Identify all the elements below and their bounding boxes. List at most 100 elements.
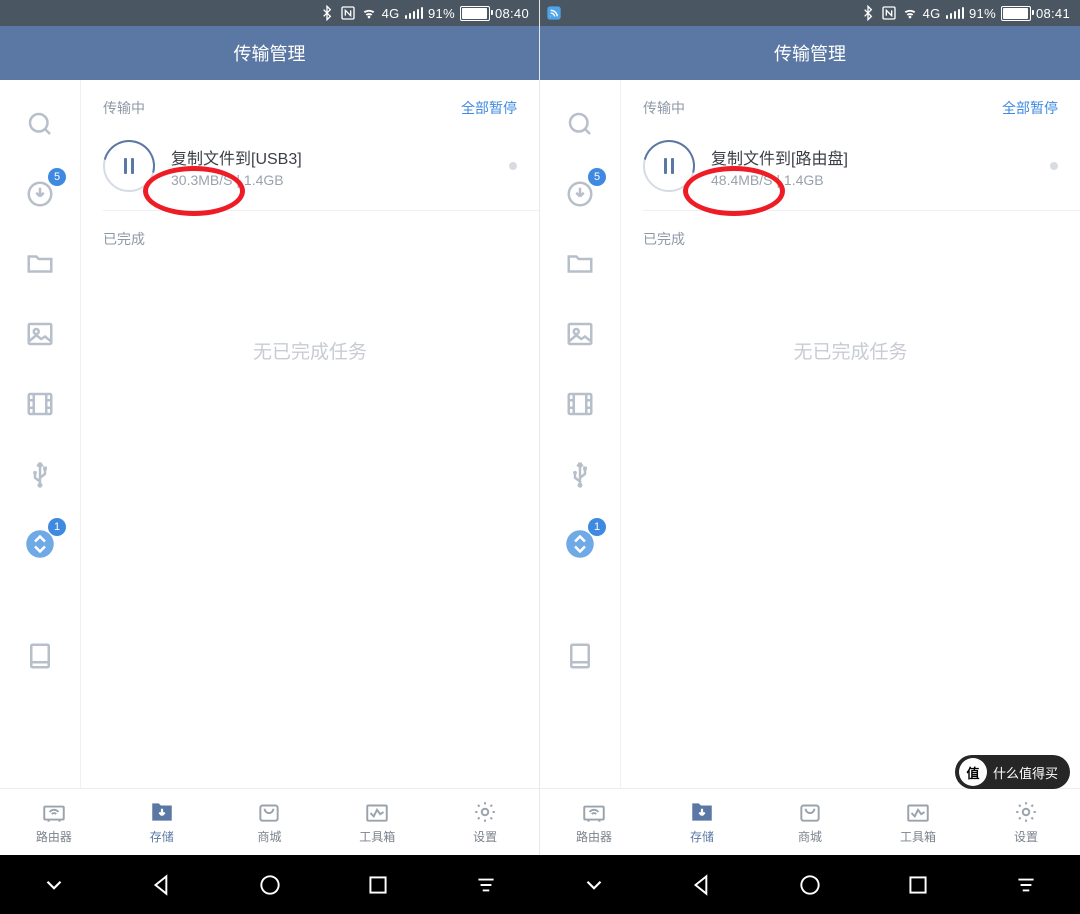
status-bar: 4G 91% 08:40 xyxy=(0,0,539,26)
sidebar-folders[interactable] xyxy=(18,242,62,286)
transfer-task[interactable]: 复制文件到[USB3] 30.3MB/S | 1.4GB xyxy=(81,130,539,210)
menu-stack-icon xyxy=(1013,872,1039,898)
main-content: 传输中 全部暂停 复制文件到[USB3] 30.3MB/S | 1.4GB xyxy=(81,80,539,788)
tab-settings[interactable]: 设置 xyxy=(972,799,1080,845)
comparison-stage: 4G 91% 08:40 传输管理 5 xyxy=(0,0,1080,914)
storage-icon xyxy=(149,799,175,825)
image-icon xyxy=(25,319,55,349)
watermark-text: 什么值得买 xyxy=(993,763,1058,782)
folder-icon xyxy=(565,249,595,279)
watermark: 值 什么值得买 xyxy=(955,755,1070,789)
tab-tools[interactable]: 工具箱 xyxy=(864,799,972,845)
nav-collapse[interactable] xyxy=(0,872,108,898)
nav-home[interactable] xyxy=(756,872,864,898)
status-bar: 4G 91% 08:41 xyxy=(540,0,1080,26)
tab-storage[interactable]: 存储 xyxy=(108,799,216,845)
nav-back[interactable] xyxy=(108,872,216,898)
recent-icon xyxy=(365,872,391,898)
router-icon xyxy=(581,799,607,825)
router-icon xyxy=(41,799,67,825)
section-transferring-head: 传输中 全部暂停 xyxy=(81,80,539,130)
tab-storage[interactable]: 存储 xyxy=(648,799,756,845)
network-label: 4G xyxy=(382,6,400,21)
clock: 08:41 xyxy=(1036,6,1070,21)
empty-message: 无已完成任务 xyxy=(621,261,1080,440)
sidebar-videos[interactable] xyxy=(18,382,62,426)
sidebar-usb[interactable] xyxy=(558,452,602,496)
page-title: 传输管理 xyxy=(540,26,1080,80)
transfer-badge: 1 xyxy=(48,518,66,536)
nav-recent[interactable] xyxy=(324,872,432,898)
image-icon xyxy=(565,319,595,349)
task-meta: 48.4MB/S | 1.4GB xyxy=(711,172,1050,188)
pause-all-button[interactable]: 全部暂停 xyxy=(461,98,517,118)
network-label: 4G xyxy=(923,6,941,21)
sidebar-downloads[interactable]: 5 xyxy=(18,172,62,216)
tab-bar: 路由器 存储 商城 工具箱 设置 xyxy=(0,788,539,855)
nav-recent[interactable] xyxy=(864,872,972,898)
bluetooth-icon xyxy=(860,5,876,21)
tab-bar: 路由器 存储 商城 工具箱 设置 xyxy=(540,788,1080,855)
bluetooth-icon xyxy=(319,5,335,21)
transfer-task[interactable]: 复制文件到[路由盘] 48.4MB/S | 1.4GB xyxy=(621,130,1080,210)
nav-menu[interactable] xyxy=(972,872,1080,898)
section-transferring-label: 传输中 xyxy=(643,98,685,118)
task-title: 复制文件到[USB3] xyxy=(171,145,509,169)
tab-settings[interactable]: 设置 xyxy=(431,799,539,845)
pause-all-button[interactable]: 全部暂停 xyxy=(1002,98,1058,118)
section-transferring-head: 传输中 全部暂停 xyxy=(621,80,1080,130)
tab-tools[interactable]: 工具箱 xyxy=(323,799,431,845)
storage-icon xyxy=(689,799,715,825)
page-title: 传输管理 xyxy=(0,26,539,80)
android-nav-bar xyxy=(0,855,1080,914)
nav-collapse[interactable] xyxy=(540,872,648,898)
gear-icon xyxy=(1013,799,1039,825)
sidebar-search[interactable] xyxy=(558,102,602,146)
wifi-icon xyxy=(902,5,918,21)
search-icon xyxy=(565,109,595,139)
pause-button[interactable] xyxy=(103,140,155,192)
tab-store[interactable]: 商城 xyxy=(756,799,864,845)
tools-icon xyxy=(905,799,931,825)
pause-button[interactable] xyxy=(643,140,695,192)
home-icon xyxy=(257,872,283,898)
sidebar-images[interactable] xyxy=(18,312,62,356)
sidebar: 5 1 xyxy=(540,80,621,788)
sidebar-transfer[interactable]: 1 xyxy=(558,522,602,566)
status-dot xyxy=(1050,162,1058,170)
nav-back[interactable] xyxy=(648,872,756,898)
battery-pct: 91% xyxy=(969,6,996,21)
sidebar-usb[interactable] xyxy=(18,452,62,496)
nav-menu[interactable] xyxy=(432,872,540,898)
tab-router[interactable]: 路由器 xyxy=(540,799,648,845)
recent-icon xyxy=(905,872,931,898)
store-icon xyxy=(256,799,282,825)
nfc-icon xyxy=(881,5,897,21)
sidebar-downloads[interactable]: 5 xyxy=(558,172,602,216)
sidebar-images[interactable] xyxy=(558,312,602,356)
empty-message: 无已完成任务 xyxy=(81,261,539,440)
section-done-head: 已完成 xyxy=(81,211,539,261)
sidebar-device[interactable] xyxy=(18,634,62,678)
task-title: 复制文件到[路由盘] xyxy=(711,145,1050,169)
sidebar-videos[interactable] xyxy=(558,382,602,426)
signal-icon xyxy=(946,7,965,19)
battery-pct: 91% xyxy=(428,6,455,21)
chevron-down-icon xyxy=(41,872,67,898)
tab-router[interactable]: 路由器 xyxy=(0,799,108,845)
tab-store[interactable]: 商城 xyxy=(216,799,324,845)
clock: 08:40 xyxy=(495,6,529,21)
sidebar-folders[interactable] xyxy=(558,242,602,286)
sidebar-search[interactable] xyxy=(18,102,62,146)
sidebar-transfer[interactable]: 1 xyxy=(18,522,62,566)
phone-screen-left: 4G 91% 08:40 传输管理 5 xyxy=(0,0,540,855)
sidebar-device[interactable] xyxy=(558,634,602,678)
section-transferring-label: 传输中 xyxy=(103,98,145,118)
nav-home[interactable] xyxy=(216,872,324,898)
back-icon xyxy=(689,872,715,898)
back-icon xyxy=(149,872,175,898)
transfer-badge: 1 xyxy=(588,518,606,536)
watermark-badge: 值 xyxy=(959,758,987,786)
gear-icon xyxy=(472,799,498,825)
section-done-label: 已完成 xyxy=(103,229,145,249)
